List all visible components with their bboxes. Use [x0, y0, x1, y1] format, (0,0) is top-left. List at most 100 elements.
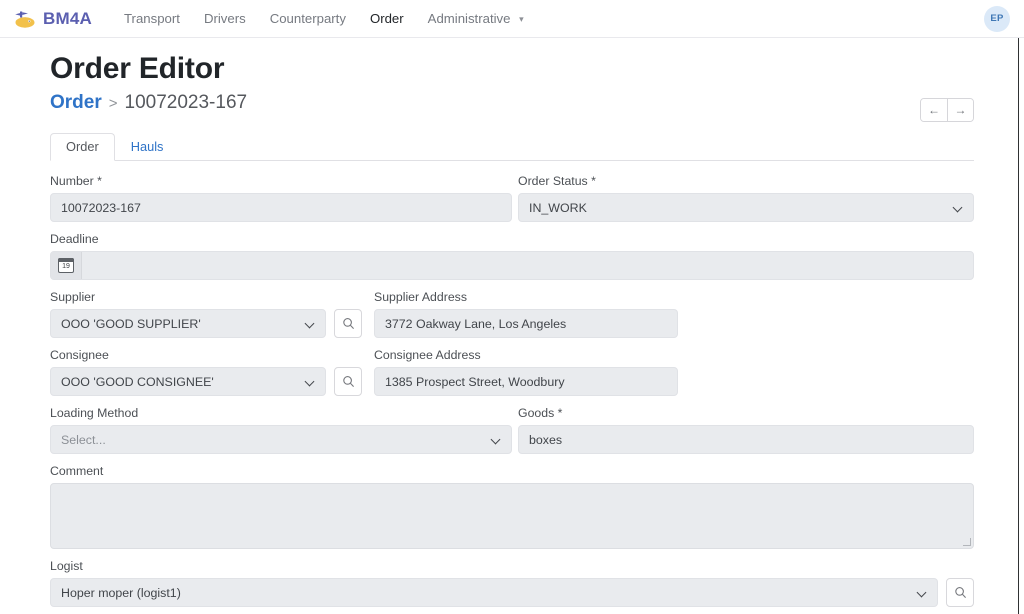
consignee-search-button[interactable]	[334, 367, 362, 396]
tab-bar: Order Hauls	[50, 133, 974, 161]
order-form: Number * 10072023-167 Order Status * IN_…	[50, 161, 974, 614]
field-deadline: Deadline 19	[50, 232, 974, 280]
next-record-button[interactable]: →	[947, 99, 973, 121]
arrow-left-icon: ←	[928, 103, 940, 117]
logist-control-group: Hoper moper (logist1)	[50, 578, 974, 607]
number-required-marker: *	[97, 174, 102, 188]
row-consignee: Consignee OOO 'GOOD CONSIGNEE' Consignee…	[50, 348, 974, 406]
field-comment: Comment	[50, 464, 974, 549]
search-icon	[342, 318, 354, 329]
chevron-down-icon: ▾	[519, 14, 524, 24]
column-gap	[362, 290, 374, 348]
arrow-right-icon: →	[954, 103, 967, 117]
brand-home-link[interactable]: BM4A	[12, 8, 92, 30]
supplier-value: OOO 'GOOD SUPPLIER'	[61, 316, 201, 331]
loading-method-label: Loading Method	[50, 406, 139, 420]
loading-method-select[interactable]: Select...	[50, 425, 512, 454]
number-label-text: Number	[50, 174, 94, 188]
row-loading-goods: Loading Method Select... Goods * boxes	[50, 406, 974, 464]
breadcrumb: Order > 10072023-167	[50, 92, 247, 118]
order-status-select[interactable]: IN_WORK	[518, 193, 974, 222]
nav-link-order[interactable]: Order	[358, 5, 416, 32]
goods-required-marker: *	[557, 406, 563, 420]
nav-link-counterparty-label: Counterparty	[269, 11, 346, 26]
nav-link-administrative-label: Administrative	[427, 11, 511, 26]
record-navigation-buttons: ← →	[920, 98, 974, 122]
truck-logo-icon	[12, 8, 36, 30]
supplier-address-label: Supplier Address	[374, 290, 467, 304]
consignee-value: OOO 'GOOD CONSIGNEE'	[61, 374, 214, 389]
logist-search-button[interactable]	[946, 578, 974, 607]
comment-wrapper	[50, 483, 974, 549]
deadline-input[interactable]: 19	[50, 251, 974, 280]
consignee-address-input[interactable]: 1385 Prospect Street, Woodbury	[374, 367, 678, 396]
chevron-down-icon	[305, 319, 315, 329]
row-supplier: Supplier OOO 'GOOD SUPPLIER' Supplier Ad…	[50, 290, 974, 348]
breadcrumb-row: Order > 10072023-167 ← →	[50, 92, 974, 122]
previous-record-button[interactable]: ←	[921, 99, 947, 121]
nav-link-administrative[interactable]: Administrative ▾	[416, 5, 536, 32]
field-logist: Logist Hoper moper (logist1)	[50, 559, 974, 607]
nav-link-drivers[interactable]: Drivers	[192, 5, 258, 32]
tab-order[interactable]: Order	[50, 133, 115, 161]
supplier-address-value: 3772 Oakway Lane, Los Angeles	[385, 316, 567, 331]
number-label: Number *	[50, 174, 512, 189]
top-navbar: BM4A Transport Drivers Counterparty Orde…	[0, 0, 1024, 38]
nav-link-drivers-label: Drivers	[203, 11, 246, 26]
breadcrumb-link-order[interactable]: Order	[50, 92, 102, 114]
consignee-label: Consignee	[50, 348, 109, 362]
logist-select[interactable]: Hoper moper (logist1)	[50, 578, 938, 607]
number-input-value: 10072023-167	[61, 200, 141, 215]
field-order-status: Order Status * IN_WORK	[518, 174, 974, 222]
supplier-select[interactable]: OOO 'GOOD SUPPLIER'	[50, 309, 326, 338]
page-root: BM4A Transport Drivers Counterparty Orde…	[0, 0, 1024, 614]
page-title: Order Editor	[50, 52, 225, 85]
nav-link-counterparty[interactable]: Counterparty	[258, 5, 358, 32]
goods-label: Goods *	[518, 406, 974, 421]
supplier-label: Supplier	[50, 290, 96, 304]
logist-value: Hoper moper (logist1)	[61, 585, 181, 600]
deadline-label: Deadline	[50, 232, 99, 246]
field-goods: Goods * boxes	[518, 406, 974, 454]
consignee-address-value: 1385 Prospect Street, Woodbury	[385, 374, 565, 389]
chevron-down-icon	[305, 377, 315, 387]
calendar-icon-day: 19	[62, 263, 70, 270]
tab-hauls[interactable]: Hauls	[115, 133, 180, 161]
nav-link-transport[interactable]: Transport	[112, 5, 192, 32]
field-number: Number * 10072023-167	[50, 174, 512, 222]
order-status-required-marker: *	[591, 174, 596, 188]
order-status-value: IN_WORK	[529, 200, 587, 215]
loading-method-value: Select...	[61, 432, 106, 447]
consignee-control-group: OOO 'GOOD CONSIGNEE'	[50, 367, 362, 396]
deadline-calendar-button[interactable]: 19	[51, 252, 82, 279]
field-consignee: Consignee OOO 'GOOD CONSIGNEE'	[50, 348, 362, 396]
main-content: Order Editor Order > 10072023-167 ← → Or…	[0, 38, 1024, 614]
supplier-search-button[interactable]	[334, 309, 362, 338]
breadcrumb-separator: >	[108, 94, 118, 112]
field-consignee-address: Consignee Address 1385 Prospect Street, …	[374, 348, 678, 396]
comment-textarea[interactable]	[50, 483, 974, 549]
logist-label: Logist	[50, 559, 83, 573]
consignee-select[interactable]: OOO 'GOOD CONSIGNEE'	[50, 367, 326, 396]
goods-label-text: Goods	[518, 406, 555, 420]
chevron-down-icon	[491, 435, 501, 445]
field-supplier: Supplier OOO 'GOOD SUPPLIER'	[50, 290, 362, 338]
supplier-address-input[interactable]: 3772 Oakway Lane, Los Angeles	[374, 309, 678, 338]
nav-link-transport-label: Transport	[123, 11, 180, 26]
row-number-status: Number * 10072023-167 Order Status * IN_…	[50, 174, 974, 232]
number-input[interactable]: 10072023-167	[50, 193, 512, 222]
tab-order-label: Order	[66, 139, 99, 154]
breadcrumb-current: 10072023-167	[124, 92, 248, 113]
brand-name: BM4A	[43, 8, 92, 28]
chevron-down-icon	[953, 203, 963, 213]
avatar-initials: EP	[990, 13, 1004, 24]
calendar-icon: 19	[57, 257, 75, 273]
tab-hauls-label: Hauls	[130, 139, 164, 154]
order-status-label-text: Order Status	[518, 174, 588, 188]
search-icon	[342, 376, 354, 387]
deadline-value	[82, 252, 973, 279]
field-loading-method: Loading Method Select...	[50, 406, 512, 454]
avatar[interactable]: EP	[984, 5, 1010, 32]
goods-value: boxes	[529, 432, 563, 447]
goods-input[interactable]: boxes	[518, 425, 974, 454]
